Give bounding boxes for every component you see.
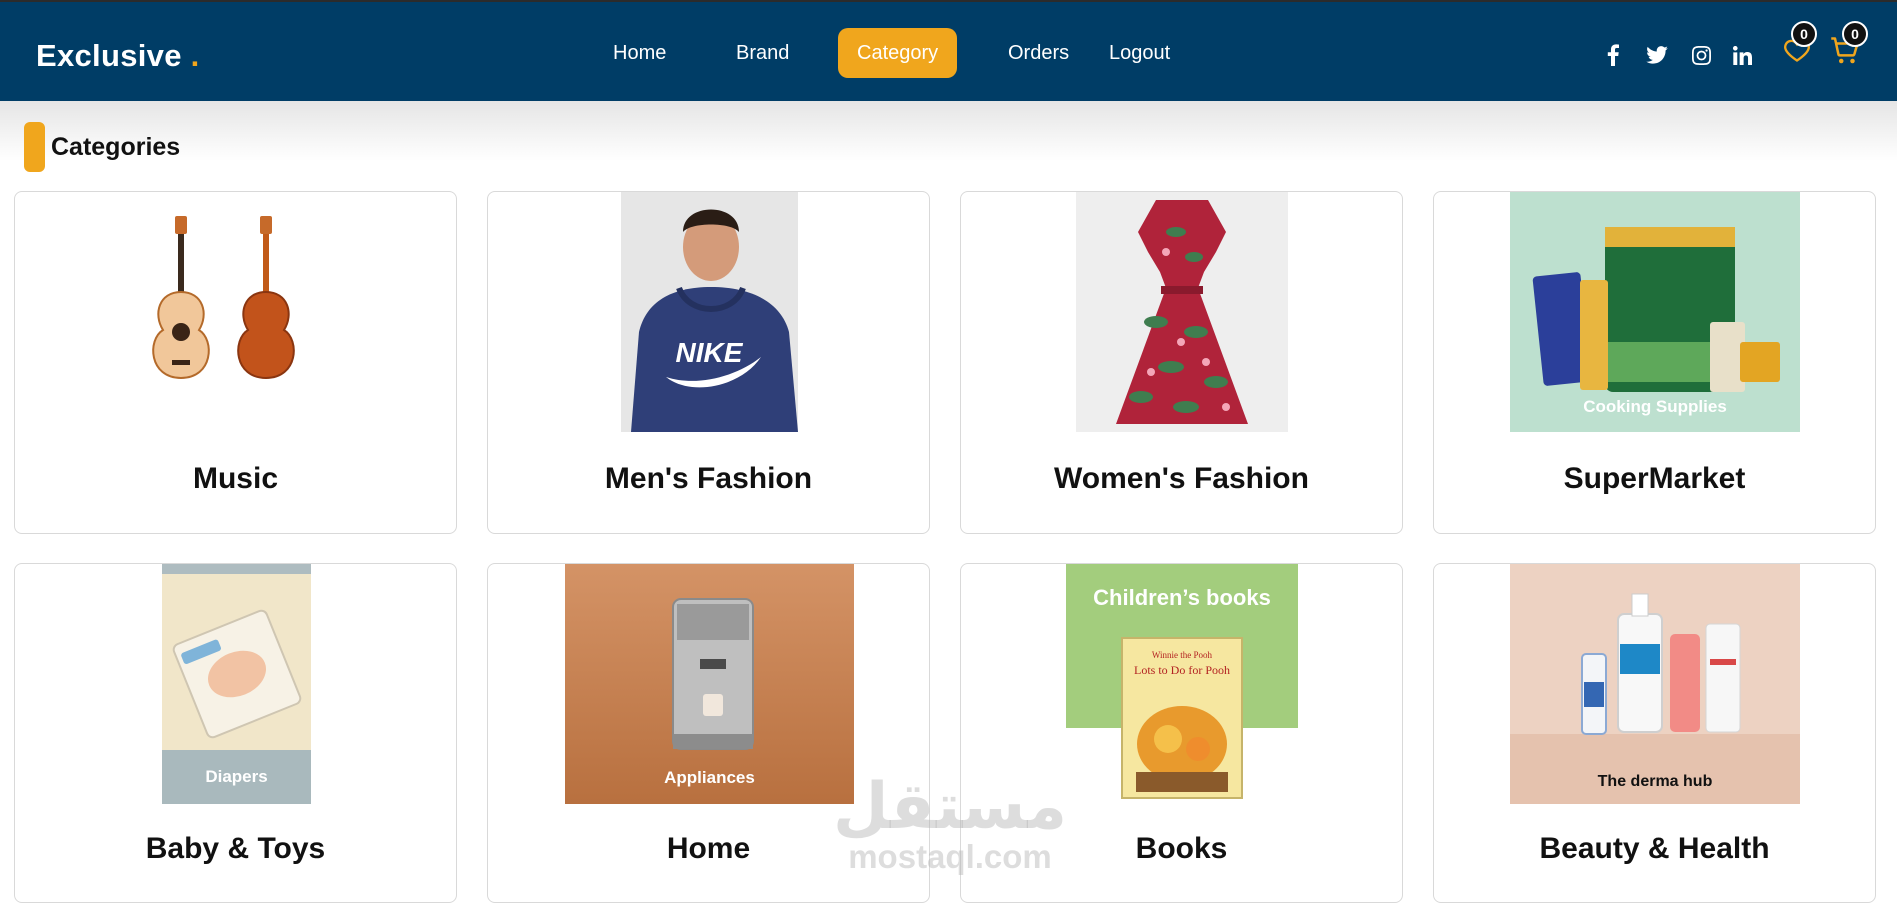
top-navbar: Exclusive . Home Brand Category Orders L… xyxy=(0,0,1897,101)
nav-link-logout[interactable]: Logout xyxy=(1090,28,1189,78)
book-brand: Winnie the Pooh xyxy=(1152,650,1213,660)
cart-count-badge: 0 xyxy=(1842,21,1868,47)
category-card-home[interactable]: Appliances Home xyxy=(487,563,930,903)
guitars-illustration xyxy=(152,216,295,380)
grocery-illustration xyxy=(1510,192,1800,432)
section-title: Categories xyxy=(51,132,181,161)
facebook-icon[interactable] xyxy=(1605,42,1621,68)
wishlist-button[interactable]: 0 xyxy=(1783,21,1817,64)
hoodie-model-illustration: NIKE xyxy=(621,192,798,432)
category-image xyxy=(1076,192,1288,432)
category-image: NIKE xyxy=(621,192,798,432)
nav-link-category[interactable]: Category xyxy=(838,28,958,78)
category-image: Appliances xyxy=(565,564,854,804)
image-caption: The derma hub xyxy=(1597,773,1713,790)
category-card-beauty-health[interactable]: The derma hub Beauty & Health xyxy=(1433,563,1876,903)
header-shadow xyxy=(0,101,1897,161)
nav-link-orders[interactable]: Orders xyxy=(989,28,1088,78)
category-name: Men's Fashion xyxy=(604,462,813,495)
category-name: Women's Fashion xyxy=(1054,462,1309,495)
section-header: Categories xyxy=(24,121,180,173)
dress-illustration xyxy=(1076,192,1288,432)
skincare-illustration xyxy=(1510,564,1800,804)
category-card-baby-toys[interactable]: Diapers Baby & Toys xyxy=(14,563,457,903)
category-name: SuperMarket xyxy=(1563,462,1746,495)
cart-button[interactable]: 0 xyxy=(1830,21,1868,66)
book-title: Lots to Do for Pooh xyxy=(1134,663,1230,677)
instagram-icon[interactable] xyxy=(1690,42,1712,68)
image-caption: Cooking Supplies xyxy=(1583,397,1727,416)
nike-logo: NIKE xyxy=(676,337,744,368)
category-card-mens-fashion[interactable]: NIKE Men's Fashion xyxy=(487,191,930,534)
category-image: The derma hub xyxy=(1510,564,1800,804)
nav-link-brand[interactable]: Brand xyxy=(717,28,808,78)
category-name: Books xyxy=(1135,832,1228,865)
twitter-icon[interactable] xyxy=(1645,42,1669,68)
category-card-music[interactable]: Music xyxy=(14,191,457,534)
category-name: Home xyxy=(666,832,751,865)
linkedin-icon[interactable] xyxy=(1731,42,1753,68)
wishlist-count-badge: 0 xyxy=(1791,21,1817,47)
image-caption: Diapers xyxy=(205,767,268,786)
category-image: Winnie the Pooh Lots to Do for Pooh Chil… xyxy=(1066,564,1298,804)
category-card-supermarket[interactable]: Cooking Supplies SuperMarket xyxy=(1433,191,1876,534)
category-card-books[interactable]: Winnie the Pooh Lots to Do for Pooh Chil… xyxy=(960,563,1403,903)
category-name: Music xyxy=(192,462,279,495)
category-name: Baby & Toys xyxy=(145,832,326,865)
category-image: Cooking Supplies xyxy=(1510,192,1800,432)
image-caption: Children’s books xyxy=(1093,585,1271,610)
category-image: Diapers xyxy=(162,564,311,804)
category-name: Beauty & Health xyxy=(1539,832,1770,865)
section-accent-bar xyxy=(24,122,45,172)
category-card-womens-fashion[interactable]: Women's Fashion xyxy=(960,191,1403,534)
nav-link-home[interactable]: Home xyxy=(594,28,685,78)
image-caption: Appliances xyxy=(664,768,755,787)
category-image xyxy=(136,192,336,432)
